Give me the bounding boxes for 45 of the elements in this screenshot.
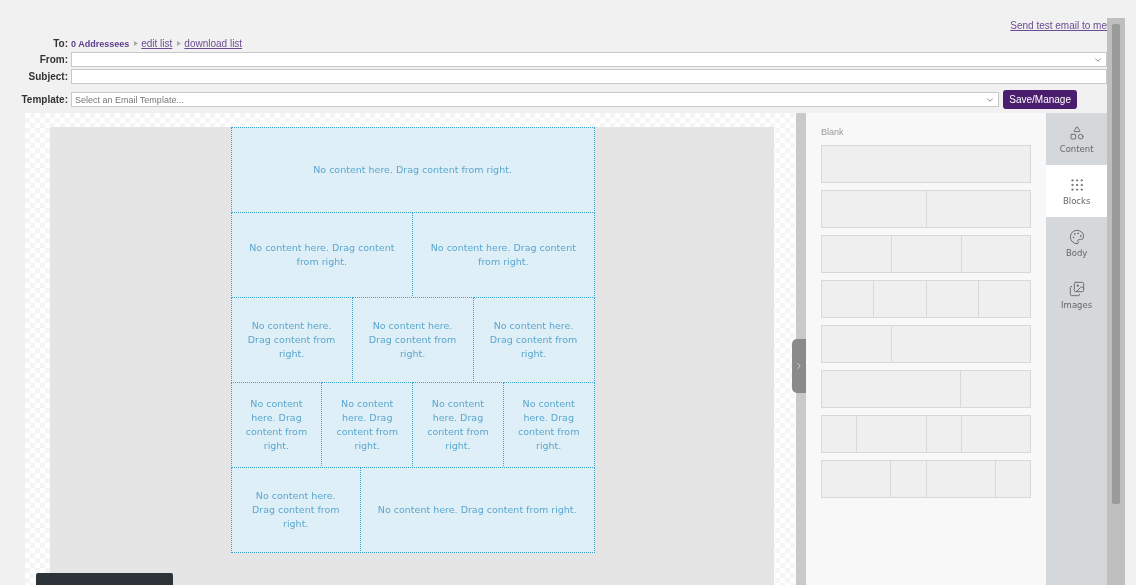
empty-content-cell: No content here. Drag content from right. [412, 212, 595, 298]
triangle-icon [134, 41, 139, 46]
scrollbar[interactable] [1107, 18, 1125, 585]
layout-block[interactable] [820, 370, 1032, 408]
panel-title: Blank [820, 127, 845, 137]
select-field[interactable] [71, 52, 1107, 67]
dots-grid-icon [1068, 176, 1085, 193]
sidebar-tab[interactable]: Body [1046, 217, 1107, 269]
empty-content-cell: No content here. Drag content from right. [230, 297, 353, 383]
shapes-icon [1068, 124, 1085, 141]
empty-content-cell: No content here. Drag content from right. [230, 382, 323, 468]
layout-block[interactable] [820, 235, 1032, 273]
field-label: From: [38, 54, 68, 65]
palette-icon [1068, 228, 1085, 245]
empty-content-cell: No content here. Drag content from right. [472, 297, 595, 383]
layout-block[interactable] [820, 460, 1032, 498]
list-link[interactable]: download list [184, 38, 243, 49]
field-label: To: [52, 38, 68, 49]
empty-content-cell: No content here. Drag content from right. [502, 382, 595, 468]
panel-toggle[interactable] [792, 339, 807, 393]
sidebar-tab[interactable]: Images [1046, 269, 1107, 321]
empty-content-cell: No content here. Drag content from right. [230, 212, 414, 298]
empty-content-cell: No content here. Drag content from right. [351, 297, 474, 383]
save-manage-button[interactable]: Save/Manage [1003, 90, 1077, 109]
field-label: Subject: [27, 71, 68, 82]
layout-block[interactable] [820, 190, 1032, 228]
send-test-link[interactable]: Send test email to me [1010, 20, 1107, 34]
layout-block[interactable] [820, 280, 1032, 318]
empty-content-cell: No content here. Drag content from right. [230, 127, 595, 213]
empty-content-cell: No content here. Drag content from right. [230, 467, 361, 553]
layout-block[interactable] [820, 415, 1032, 453]
empty-content-cell: No content here. Drag content from right. [412, 382, 504, 468]
empty-content-cell: No content here. Drag content from right. [359, 467, 595, 553]
sidebar-tab[interactable]: Content [1046, 113, 1107, 165]
template-select[interactable]: Select an Email Template... [71, 92, 1000, 107]
input-field[interactable] [71, 69, 1107, 84]
field-label: Template: [20, 94, 68, 105]
triangle-icon [177, 41, 182, 46]
layout-block[interactable] [820, 145, 1032, 183]
list-link[interactable]: edit list [141, 38, 173, 49]
images-icon [1068, 280, 1085, 297]
empty-content-cell: No content here. Drag content from right. [321, 382, 414, 468]
addressee-count: 0 Addressees [71, 38, 130, 49]
sidebar-tab[interactable]: Blocks [1046, 165, 1107, 217]
layout-block[interactable] [820, 325, 1032, 363]
